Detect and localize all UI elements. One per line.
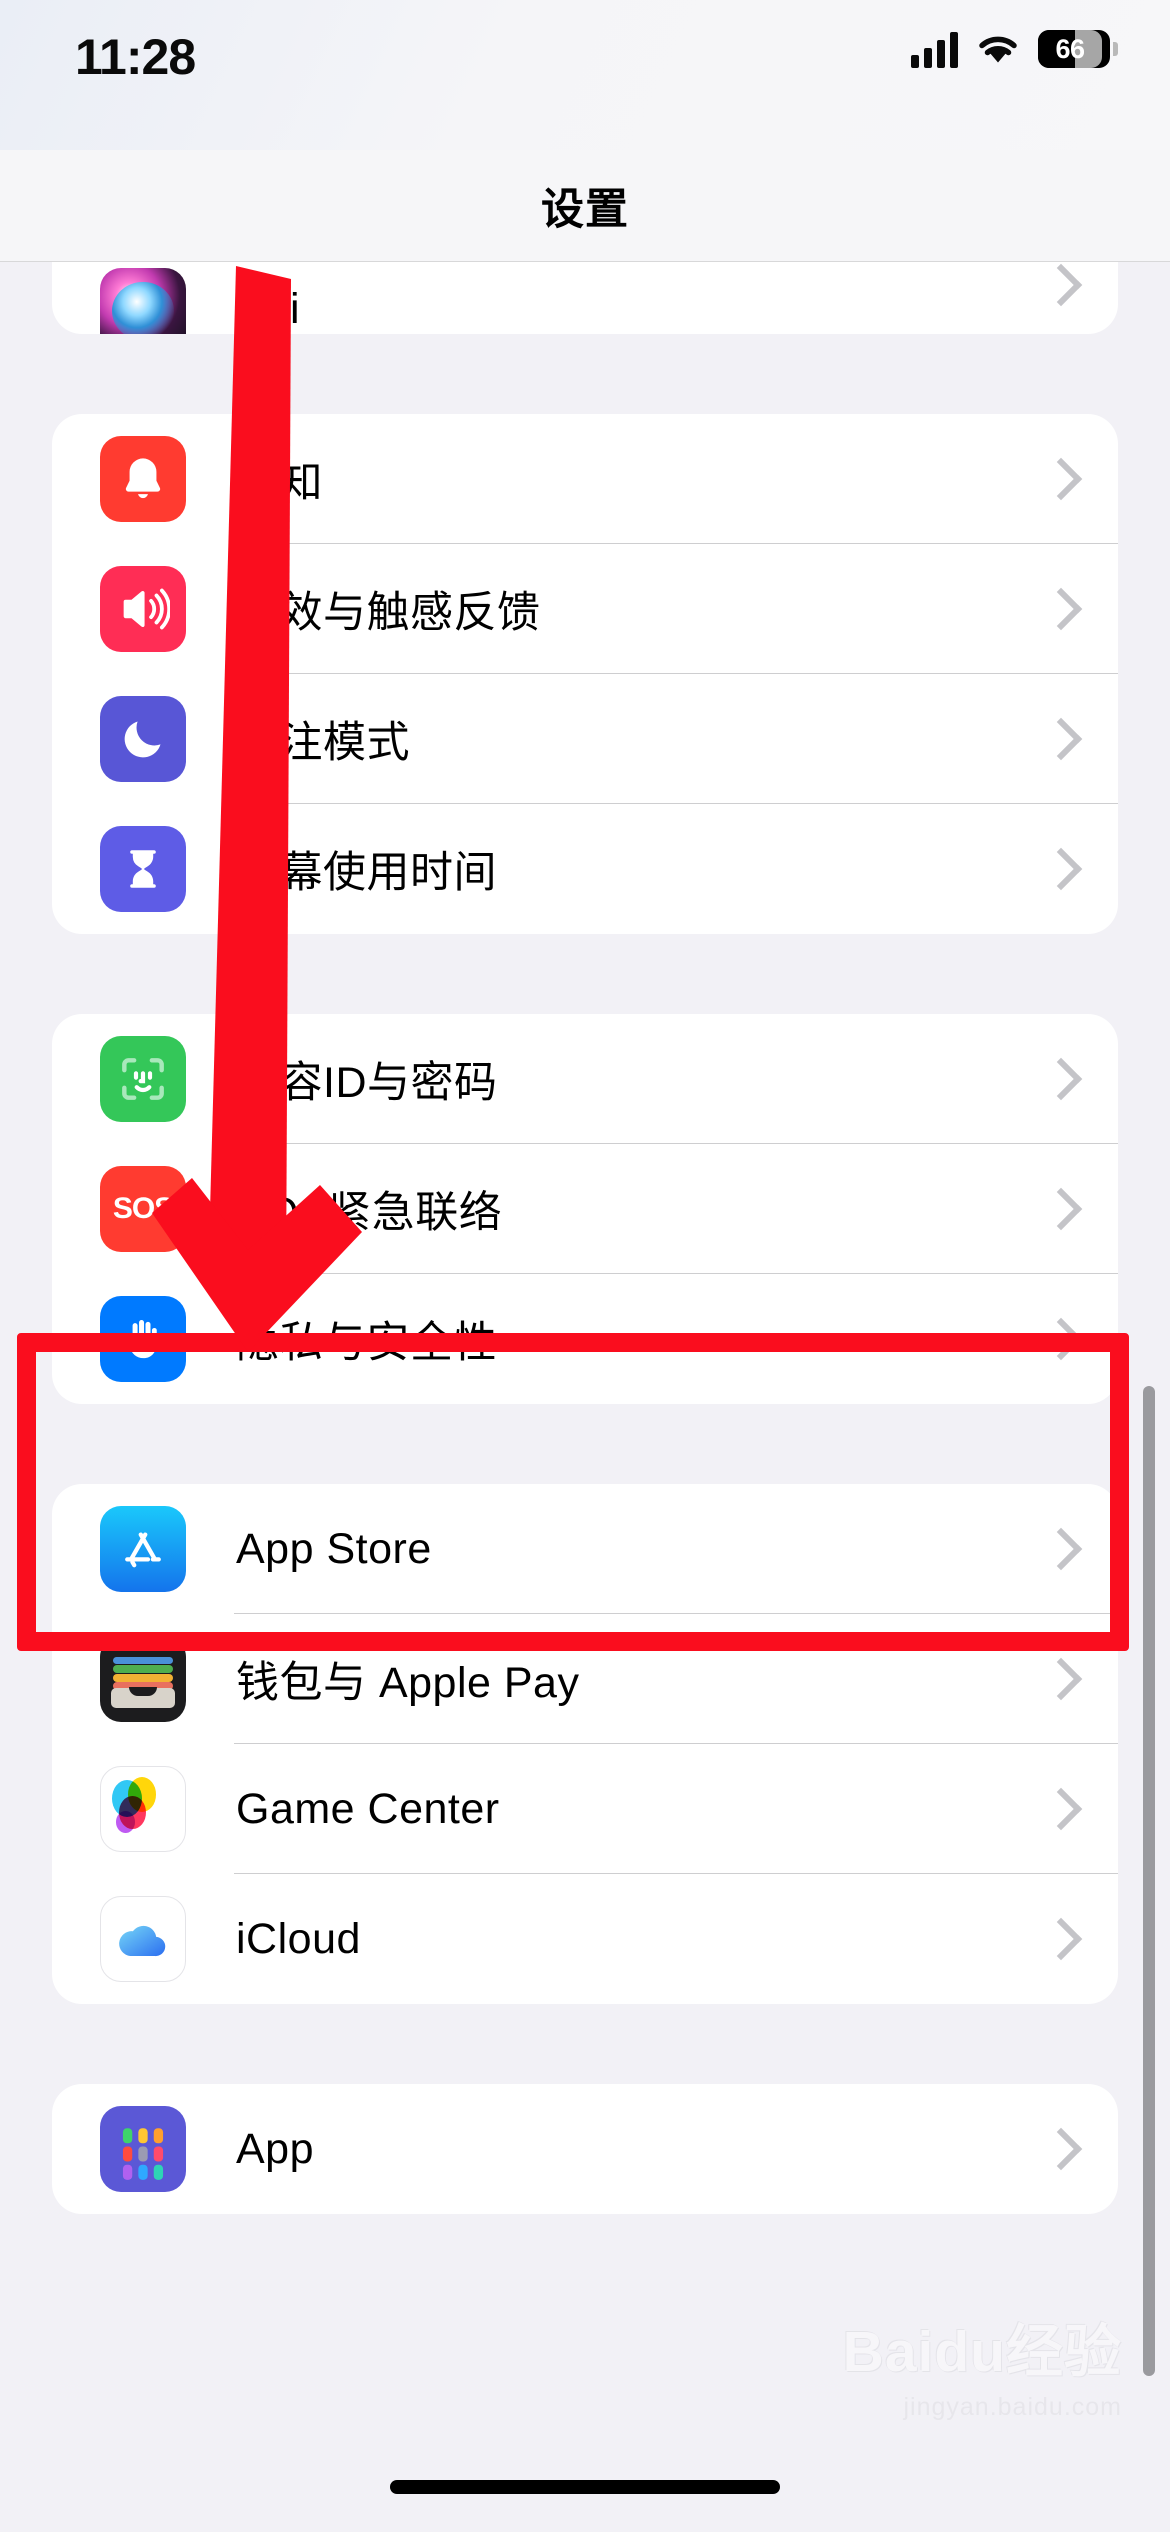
focus-moon-icon: [100, 696, 186, 782]
settings-row-label: SOS紧急联络: [236, 1189, 503, 1237]
settings-group-notifications: 通知 声效与触感反馈 专注模式 屏幕使用时间: [52, 414, 1118, 934]
notifications-bell-icon: [100, 436, 186, 522]
settings-row-game-center[interactable]: Game Center: [52, 1744, 1118, 1874]
chevron-right-icon: [1046, 1320, 1068, 1358]
settings-row-label: Game Center: [236, 1784, 500, 1833]
wallet-apple-pay-icon: [100, 1636, 186, 1722]
settings-group-services: App Store 钱包与 Apple Pay Game Center iClo…: [52, 1484, 1118, 2004]
settings-row-label: iCloud: [236, 1914, 361, 1963]
status-bar: 11:28 66: [0, 0, 1170, 150]
watermark-url: jingyan.baidu.com: [903, 2393, 1122, 2421]
battery-icon: 66: [1038, 30, 1118, 68]
settings-row-label: 隐私与安全性: [236, 1319, 497, 1367]
settings-row-focus[interactable]: 专注模式: [52, 674, 1118, 804]
vertical-scrollbar[interactable]: [1143, 1386, 1155, 2376]
chevron-right-icon: [1046, 266, 1068, 304]
settings-row-label: 屏幕使用时间: [236, 849, 497, 897]
settings-group-siri: Siri: [52, 262, 1118, 334]
chevron-right-icon: [1046, 850, 1068, 888]
settings-row-label: 钱包与 Apple Pay: [236, 1659, 580, 1707]
app-grid-icon: [100, 2106, 186, 2192]
screen-time-hourglass-icon: [100, 826, 186, 912]
settings-row-icloud[interactable]: iCloud: [52, 1874, 1118, 2004]
chevron-right-icon: [1046, 1190, 1068, 1228]
settings-row-label: 专注模式: [236, 719, 410, 767]
status-bar-clock: 11:28: [75, 29, 196, 85]
chevron-right-icon: [1046, 590, 1068, 628]
settings-row-label: Siri: [236, 285, 301, 333]
chevron-right-icon: [1046, 1060, 1068, 1098]
settings-row-label: 声效与触感反馈: [236, 589, 541, 637]
watermark: Baidu经验 jingyan.baidu.com: [843, 2324, 1122, 2422]
settings-row-label: 面容ID与密码: [236, 1059, 498, 1107]
settings-row-face-id[interactable]: 面容ID与密码: [52, 1014, 1118, 1144]
settings-group-apps: App: [52, 2084, 1118, 2214]
navigation-bar: 设置: [0, 150, 1170, 262]
chevron-right-icon: [1046, 1790, 1068, 1828]
chevron-right-icon: [1046, 1920, 1068, 1958]
settings-row-label: 通知: [236, 459, 323, 507]
icloud-icon: [100, 1896, 186, 1982]
status-bar-indicators: 66: [911, 30, 1118, 68]
sound-haptics-speaker-icon: [100, 566, 186, 652]
page-title: 设置: [541, 185, 629, 234]
settings-row-app-store[interactable]: App Store: [52, 1484, 1118, 1614]
battery-percent-label: 66: [1055, 33, 1085, 64]
chevron-right-icon: [1046, 2130, 1068, 2168]
face-id-icon: [100, 1036, 186, 1122]
watermark-title: Baidu经验: [842, 2320, 1122, 2384]
settings-row-label: App Store: [236, 1524, 432, 1573]
settings-row-emergency-sos[interactable]: SOS SOS紧急联络: [52, 1144, 1118, 1274]
settings-row-notifications[interactable]: 通知: [52, 414, 1118, 544]
settings-row-siri[interactable]: Siri: [52, 262, 1118, 334]
emergency-sos-icon: SOS: [100, 1166, 186, 1252]
chevron-right-icon: [1046, 720, 1068, 758]
privacy-hand-icon: [100, 1296, 186, 1382]
settings-group-security: 面容ID与密码 SOS SOS紧急联络 隐私与安全性: [52, 1014, 1118, 1404]
settings-row-screen-time[interactable]: 屏幕使用时间: [52, 804, 1118, 934]
chevron-right-icon: [1046, 1660, 1068, 1698]
wifi-icon: [979, 36, 1017, 63]
siri-icon: [100, 268, 186, 334]
settings-scroll-view[interactable]: Siri 通知 声效与触感反馈 专注模式 屏幕使用时间 面容ID与密码 SOS …: [0, 262, 1170, 2214]
settings-row-app[interactable]: App: [52, 2084, 1118, 2214]
settings-row-privacy-security[interactable]: 隐私与安全性: [52, 1274, 1118, 1404]
cellular-signal-icon: [911, 30, 958, 68]
chevron-right-icon: [1046, 1530, 1068, 1568]
home-indicator[interactable]: [390, 2480, 780, 2494]
game-center-icon: [100, 1766, 186, 1852]
app-store-icon: [100, 1506, 186, 1592]
settings-row-wallet-apple-pay[interactable]: 钱包与 Apple Pay: [52, 1614, 1118, 1744]
settings-row-sound-haptics[interactable]: 声效与触感反馈: [52, 544, 1118, 674]
chevron-right-icon: [1046, 460, 1068, 498]
settings-row-label: App: [236, 2124, 315, 2173]
